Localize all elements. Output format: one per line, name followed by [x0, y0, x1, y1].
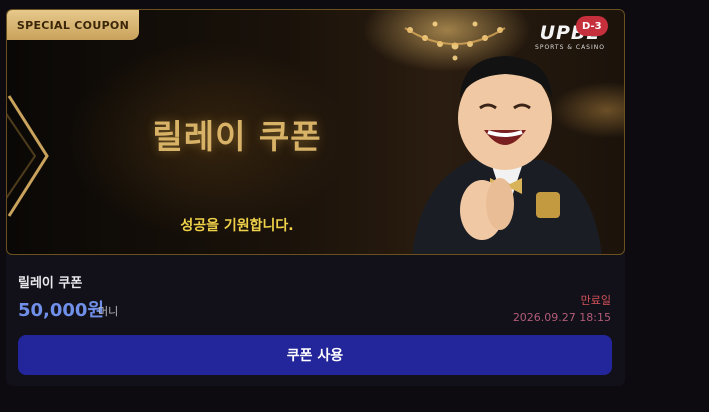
coupon-banner: SPECIAL COUPON 릴레이 쿠폰 성공을 기원합니다. UPBE SP…: [6, 9, 625, 255]
special-coupon-badge: SPECIAL COUPON: [7, 10, 139, 40]
coupon-unit: 머니: [98, 305, 119, 318]
use-coupon-button[interactable]: 쿠폰 사용: [18, 335, 612, 375]
banner-headline: 릴레이 쿠폰: [152, 117, 322, 156]
expiry-label: 만료일: [580, 294, 611, 307]
banner-subline: 성공을 기원합니다.: [180, 218, 294, 234]
expiry-date: 2026.09.27 18:15: [512, 311, 611, 324]
coupon-title: 릴레이 쿠폰: [18, 276, 83, 291]
dday-badge: D-3: [576, 16, 608, 36]
mascot-illustration: [412, 56, 602, 254]
chevron-right-icon: [7, 95, 49, 217]
coupon-card: SPECIAL COUPON 릴레이 쿠폰 성공을 기원합니다. UPBE SP…: [6, 9, 625, 386]
coupon-amount: 50,000원: [18, 300, 105, 321]
